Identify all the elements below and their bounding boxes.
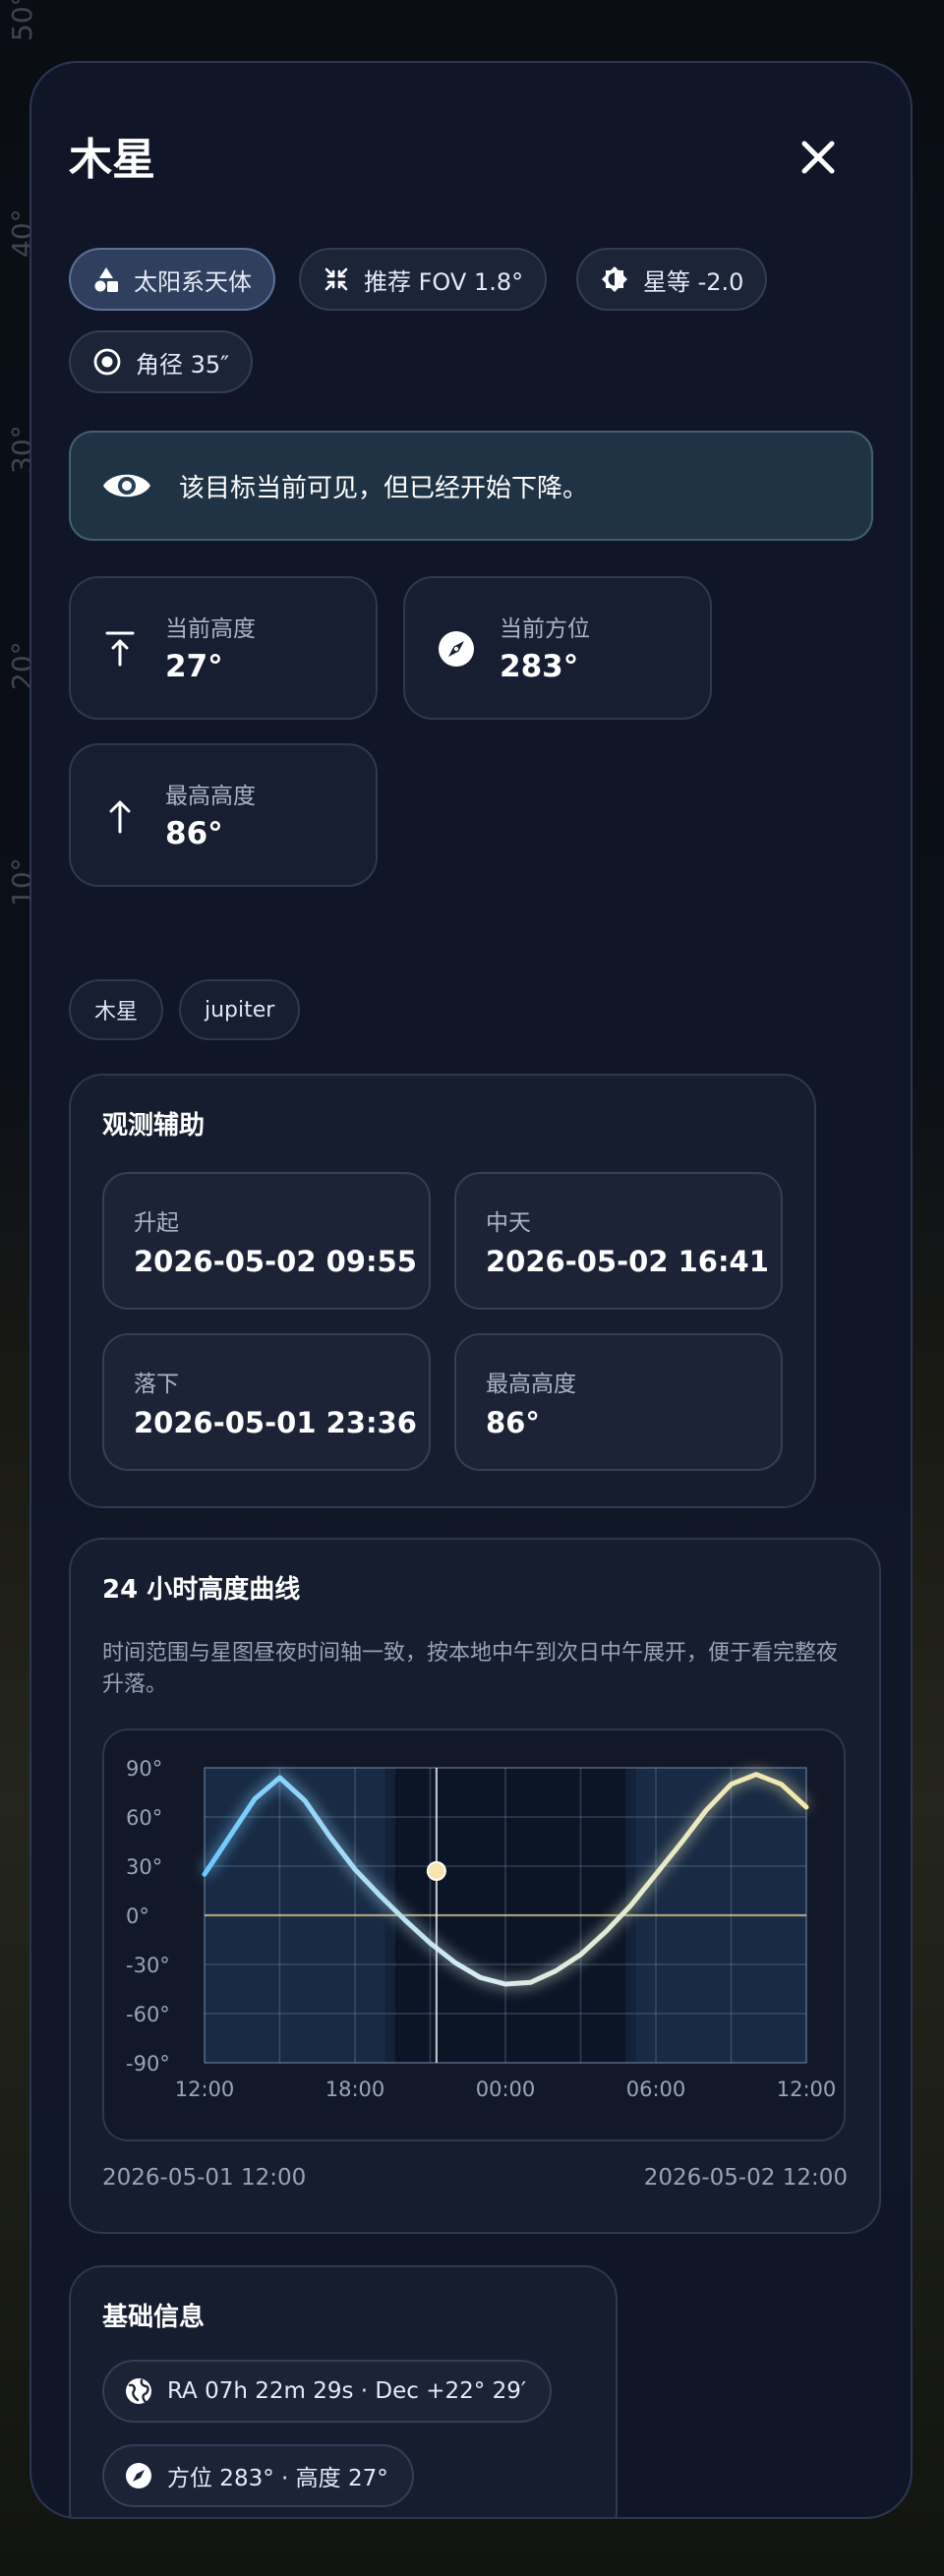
visibility-banner: 该目标当前可见，但已经开始下降。 xyxy=(69,431,873,541)
stat-label: 当前高度 xyxy=(165,616,256,642)
range-start: 2026-05-01 12:00 xyxy=(102,2165,307,2191)
x-tick-label: 06:00 xyxy=(626,2078,686,2101)
chip-fov[interactable]: 推荐 FOV 1.8° xyxy=(299,248,548,311)
current-position-marker xyxy=(426,1861,446,1881)
close-button[interactable] xyxy=(791,130,846,185)
transit-cell: 中天 2026-05-02 16:41 xyxy=(454,1172,783,1310)
chip-category[interactable]: 太阳系天体 xyxy=(69,248,275,311)
position-text: 方位 283° · 高度 27° xyxy=(167,2466,388,2491)
cell-label: 落下 xyxy=(134,1372,179,1397)
collapse-icon xyxy=(324,267,348,291)
cell-value: 2026-05-01 23:36 xyxy=(134,1406,417,1439)
x-tick-label: 00:00 xyxy=(476,2078,536,2101)
cell-label: 最高高度 xyxy=(486,1372,576,1397)
object-title: 木星 xyxy=(69,135,155,185)
observation-title: 观测辅助 xyxy=(102,1111,206,1141)
visibility-text: 该目标当前可见，但已经开始下降。 xyxy=(179,473,589,503)
chip-label: 角径 35″ xyxy=(136,350,230,379)
shapes-icon xyxy=(94,267,118,292)
stat-max-altitude: 最高高度 86° xyxy=(69,743,378,887)
chip-label: 太阳系天体 xyxy=(134,267,252,296)
range-end: 2026-05-02 12:00 xyxy=(643,2165,848,2191)
altitude-icon xyxy=(105,631,135,667)
y-tick-label: -60° xyxy=(126,2003,170,2026)
y-tick-label: 90° xyxy=(126,1757,162,1781)
coordinates-pill[interactable]: RA 07h 22m 29s · Dec +22° 29′ xyxy=(102,2360,553,2423)
basic-info-card: 基础信息 RA 07h 22m 29s · Dec +22° 29′ 方位 28… xyxy=(69,2265,618,2517)
name-tag[interactable]: jupiter xyxy=(179,979,301,1040)
y-tick-label: -30° xyxy=(126,1954,170,1977)
globe-icon xyxy=(126,2378,151,2404)
altitude-chart[interactable]: 90° 60° 30° 0° -30° -60° -90° 12:00 18:00 00:00 0… xyxy=(102,1728,846,2141)
bg-tick: 50° xyxy=(6,0,38,41)
x-tick-label: 12:00 xyxy=(777,2078,837,2101)
eye-icon xyxy=(103,474,150,498)
x-tick-label: 12:00 xyxy=(175,2078,235,2101)
y-tick-label: 60° xyxy=(126,1806,162,1830)
x-tick-label: 18:00 xyxy=(325,2078,385,2101)
cell-value: 86° xyxy=(486,1406,540,1439)
rise-cell: 升起 2026-05-02 09:55 xyxy=(102,1172,431,1310)
chip-angular-size[interactable]: 角径 35″ xyxy=(69,330,254,393)
stat-current-azimuth: 当前方位 283° xyxy=(403,576,712,720)
coordinates-text: RA 07h 22m 29s · Dec +22° 29′ xyxy=(167,2378,527,2404)
compass-icon xyxy=(439,631,474,667)
max-altitude-cell: 最高高度 86° xyxy=(454,1333,783,1471)
stat-current-altitude: 当前高度 27° xyxy=(69,576,378,720)
stat-value: 86° xyxy=(165,816,223,851)
y-tick-label: 30° xyxy=(126,1855,162,1879)
chip-magnitude[interactable]: 星等 -2.0 xyxy=(576,248,768,311)
cell-label: 中天 xyxy=(486,1210,531,1236)
altitude-curve-description: 时间范围与星图昼夜时间轴一致，按本地中午到次日中午展开，便于看完整夜升落。 xyxy=(102,1641,839,1697)
chip-label: 星等 -2.0 xyxy=(643,267,744,296)
stat-label: 当前方位 xyxy=(500,616,590,642)
cell-label: 升起 xyxy=(134,1210,179,1236)
altitude-curve-card: 24 小时高度曲线 时间范围与星图昼夜时间轴一致，按本地中午到次日中午展开，便于… xyxy=(69,1538,881,2234)
contrast-icon xyxy=(602,266,627,292)
basic-info-title: 基础信息 xyxy=(102,2303,206,2332)
cell-value: 2026-05-02 09:55 xyxy=(134,1245,417,1278)
position-pill[interactable]: 方位 283° · 高度 27° xyxy=(102,2444,414,2507)
compass-icon xyxy=(126,2463,151,2488)
target-icon xyxy=(93,348,121,376)
close-icon xyxy=(801,141,835,174)
object-detail-panel: 木星 太阳系天体 推荐 FOV 1.8° 星等 -2.0 角径 35″ 该目标当… xyxy=(30,61,913,2519)
chip-label: 推荐 FOV 1.8° xyxy=(364,267,524,296)
altitude-chart-svg: 90° 60° 30° 0° -30° -60° -90° 12:00 18:00 00:00 0… xyxy=(126,1757,837,2101)
arrow-up-icon xyxy=(109,800,131,834)
stat-value: 283° xyxy=(500,649,579,684)
y-tick-label: -90° xyxy=(126,2052,170,2076)
name-tag[interactable]: 木星 xyxy=(69,979,164,1040)
altitude-curve-title: 24 小时高度曲线 xyxy=(102,1575,301,1605)
observation-card: 观测辅助 升起 2026-05-02 09:55 中天 2026-05-02 1… xyxy=(69,1074,816,1508)
y-tick-label: 0° xyxy=(126,1904,149,1928)
stat-label: 最高高度 xyxy=(165,784,256,809)
stat-value: 27° xyxy=(165,649,223,684)
cell-value: 2026-05-02 16:41 xyxy=(486,1245,769,1278)
set-cell: 落下 2026-05-01 23:36 xyxy=(102,1333,431,1471)
